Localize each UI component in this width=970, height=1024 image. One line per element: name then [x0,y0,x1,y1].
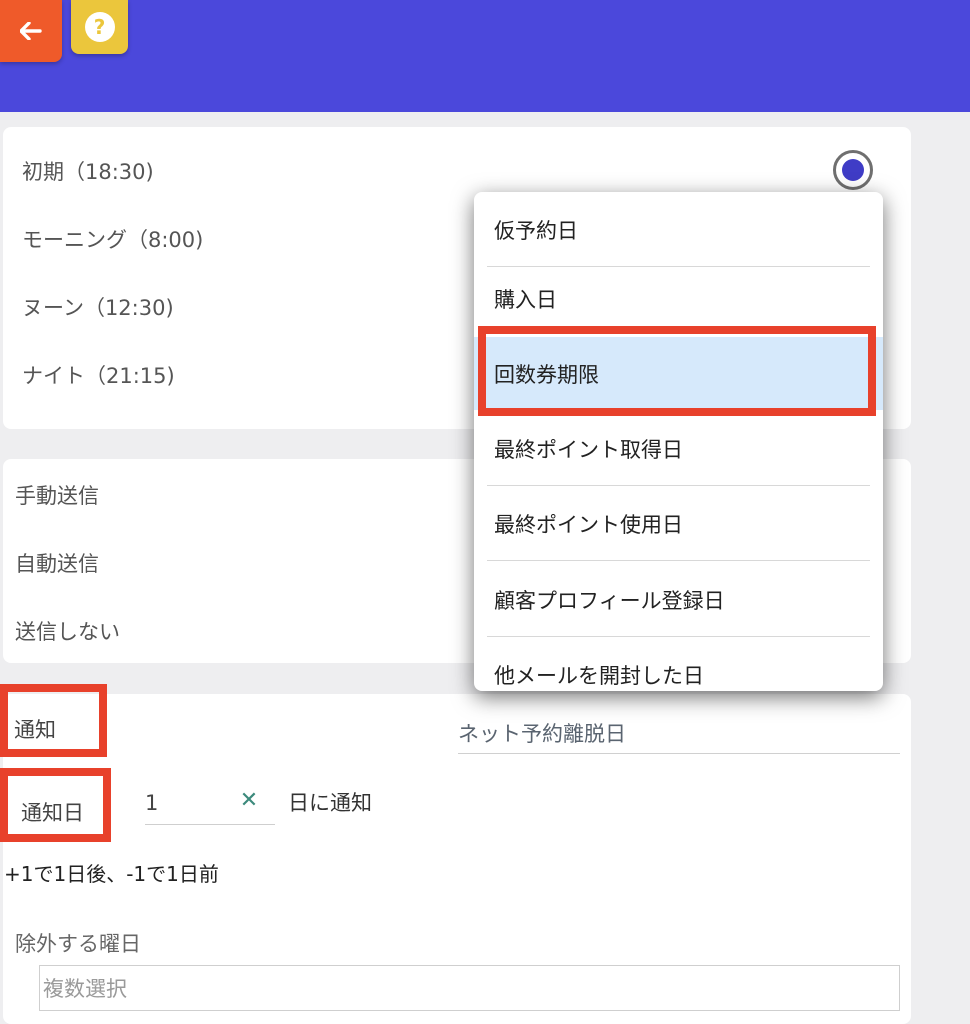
header-bar [0,0,970,112]
dropdown-item-label: 仮予約日 [494,218,578,243]
question-circle-icon: ? [84,12,115,42]
notify-day-label: 通知日 [21,801,84,825]
dropdown-item-purchase[interactable]: 購入日 [474,261,883,336]
timing-option-morning[interactable]: モーニング（8:00) [22,224,203,254]
arrow-left-icon [20,22,42,40]
notify-date-select[interactable]: ネット予約離脱日 [458,713,900,754]
dropdown-item-label: 最終ポイント使用日 [494,512,683,537]
date-type-dropdown: 仮予約日 購入日 回数券期限 最終ポイント取得日 最終ポイント使用日 顧客プロフ… [474,192,883,691]
dropdown-item-label: 他メールを開封した日 [494,663,704,688]
radio-dot [842,159,864,181]
timing-option-initial[interactable]: 初期（18:30) [22,156,154,186]
timing-option-night[interactable]: ナイト（21:15) [22,360,175,390]
notify-hint: +1で1日後、-1で1日前 [4,862,219,886]
notify-label: 通知 [14,718,56,742]
dropdown-item-last-point-earned[interactable]: 最終ポイント取得日 [474,411,883,486]
dropdown-item-ticket-expiry[interactable]: 回数券期限 [474,337,883,410]
exclude-weekday-select[interactable]: 複数選択 [39,965,900,1011]
dropdown-item-label: 回数券期限 [494,362,599,387]
dropdown-item-profile-registered[interactable]: 顧客プロフィール登録日 [474,562,883,637]
back-button[interactable] [0,0,62,62]
send-option-auto[interactable]: 自動送信 [15,548,99,578]
dropdown-item-other-mail-opened[interactable]: 他メールを開封した日 [474,637,883,691]
notify-day-value: 1 [145,791,159,815]
send-option-manual[interactable]: 手動送信 [15,480,99,510]
dropdown-item-last-point-used[interactable]: 最終ポイント使用日 [474,486,883,561]
dropdown-item-provisional[interactable]: 仮予約日 [474,192,883,267]
dropdown-item-label: 顧客プロフィール登録日 [494,588,725,613]
dropdown-item-label: 購入日 [494,287,557,312]
notify-day-suffix: 日に通知 [288,791,372,815]
notify-date-value: ネット予約離脱日 [458,722,626,746]
help-button[interactable]: ? [71,0,128,54]
help-glyph: ? [93,15,106,39]
clear-icon[interactable]: ✕ [238,787,260,813]
divider [487,560,870,561]
exclude-weekday-label: 除外する曜日 [15,932,141,956]
dropdown-item-label: 最終ポイント取得日 [494,437,683,462]
send-option-none[interactable]: 送信しない [15,616,120,646]
timing-option-noon[interactable]: ヌーン（12:30) [22,292,174,322]
timing-radio-selected[interactable] [833,150,873,190]
exclude-weekday-placeholder: 複数選択 [43,977,127,1001]
